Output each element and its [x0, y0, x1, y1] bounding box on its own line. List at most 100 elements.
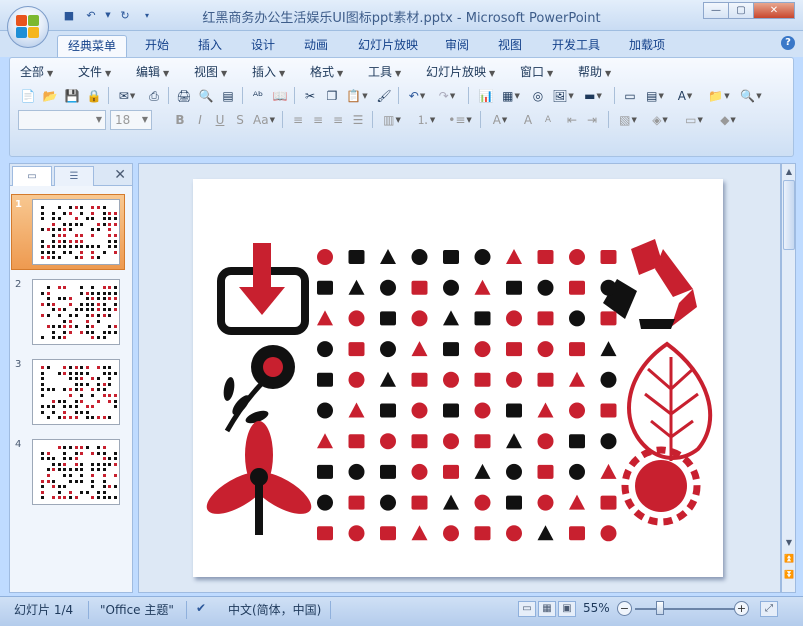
- slide-thumbnail-row[interactable]: 3: [10, 357, 132, 429]
- open-icon[interactable]: 📂: [40, 86, 60, 106]
- slide-thumbnail[interactable]: [32, 439, 120, 505]
- scroll-thumb[interactable]: [783, 180, 795, 250]
- menu-slideshow[interactable]: 幻灯片放映 ▼: [426, 63, 495, 80]
- tab-addins[interactable]: 加载项: [620, 35, 674, 57]
- minimize-button[interactable]: —: [703, 2, 729, 19]
- slide-sorter-icon[interactable]: ▦: [538, 601, 556, 617]
- picture-icon[interactable]: 🖼 ▼: [550, 86, 576, 106]
- maximize-button[interactable]: ▢: [728, 2, 754, 19]
- arrange-icon[interactable]: ▧ ▼: [614, 110, 642, 130]
- slide-thumbnail[interactable]: [32, 199, 120, 265]
- undo-icon[interactable]: ↶ ▼: [404, 86, 430, 106]
- close-icon[interactable]: ✕: [114, 167, 126, 183]
- theme-name[interactable]: "Office 主题": [100, 601, 174, 618]
- menu-help[interactable]: 帮助 ▼: [578, 63, 611, 80]
- close-button[interactable]: ✕: [753, 2, 795, 19]
- language[interactable]: 中文(简体，中国): [228, 601, 321, 618]
- new-icon[interactable]: 📄: [18, 86, 38, 106]
- spelling-icon[interactable]: ᴬᵇ: [248, 86, 268, 106]
- paste-icon[interactable]: 📋 ▼: [344, 86, 370, 106]
- zoom-level[interactable]: 55%: [583, 601, 610, 615]
- outline-tab[interactable]: ☰: [54, 166, 94, 186]
- menu-view[interactable]: 视图 ▼: [194, 63, 227, 80]
- align-right-icon[interactable]: ≡: [328, 110, 348, 130]
- bullets-icon[interactable]: •≡ ▼: [446, 110, 474, 130]
- tab-view[interactable]: 视图: [489, 35, 531, 57]
- font-size-combo[interactable]: 18 ▼: [110, 110, 152, 130]
- print-preview-icon[interactable]: 🔍: [196, 86, 216, 106]
- shape-outline-icon[interactable]: ▭ ▼: [680, 110, 708, 130]
- email-icon[interactable]: ✉ ▼: [114, 86, 140, 106]
- slide-thumbnail-row[interactable]: 1: [10, 194, 132, 270]
- menu-format[interactable]: 格式 ▼: [310, 63, 343, 80]
- menu-window[interactable]: 窗口 ▼: [520, 63, 553, 80]
- slide-thumbnail[interactable]: [32, 279, 120, 345]
- font-name-combo[interactable]: ▼: [18, 110, 106, 130]
- zoom-slider-handle[interactable]: [656, 601, 664, 615]
- grow-font-icon[interactable]: A: [518, 110, 538, 130]
- slide-thumbnail-row[interactable]: 4: [10, 437, 132, 509]
- publish-icon[interactable]: ⎙: [144, 86, 164, 106]
- columns-icon[interactable]: ▥ ▼: [378, 110, 406, 130]
- underline-icon[interactable]: U: [210, 110, 230, 130]
- shape-effects-icon[interactable]: ◆ ▼: [714, 110, 742, 130]
- layout-gallery-icon[interactable]: ▤ ▼: [642, 86, 668, 106]
- shape-fill-icon[interactable]: ◈ ▼: [646, 110, 674, 130]
- strikethrough-icon[interactable]: S: [230, 110, 250, 130]
- find-icon[interactable]: 🔍 ▼: [738, 86, 764, 106]
- textbox-icon[interactable]: A ▼: [672, 86, 698, 106]
- slide-canvas[interactable]: [193, 179, 723, 577]
- tab-slideshow[interactable]: 幻灯片放映: [350, 35, 426, 57]
- slideshow-view-icon[interactable]: ▣: [558, 601, 576, 617]
- format-painter-icon[interactable]: 🖌: [374, 86, 394, 106]
- save-icon[interactable]: 💾: [62, 86, 82, 106]
- tab-design[interactable]: 设计: [242, 35, 284, 57]
- shrink-font-icon[interactable]: A: [538, 110, 558, 130]
- tab-animations[interactable]: 动画: [295, 35, 337, 57]
- copy-icon[interactable]: ❐: [322, 86, 342, 106]
- justify-icon[interactable]: ☰: [348, 110, 368, 130]
- redo-icon[interactable]: ↷ ▼: [434, 86, 460, 106]
- tab-home[interactable]: 开始: [136, 35, 178, 57]
- new-slide-icon[interactable]: ▭: [620, 86, 640, 106]
- office-button[interactable]: [7, 6, 49, 48]
- normal-view-icon[interactable]: ▭: [518, 601, 536, 617]
- bold-icon[interactable]: B: [170, 110, 190, 130]
- change-case-icon[interactable]: Aa ▼: [250, 110, 278, 130]
- folder-icon[interactable]: 📁 ▼: [706, 86, 732, 106]
- align-center-icon[interactable]: ≡: [308, 110, 328, 130]
- menu-file[interactable]: 文件 ▼: [78, 63, 111, 80]
- zoom-in-icon[interactable]: +: [734, 601, 749, 616]
- font-color-icon[interactable]: A ▼: [486, 110, 514, 130]
- chart-icon[interactable]: 📊: [476, 86, 496, 106]
- previous-slide-icon[interactable]: ⏫: [783, 552, 795, 565]
- menu-insert[interactable]: 插入 ▼: [252, 63, 285, 80]
- menu-tools[interactable]: 工具 ▼: [368, 63, 401, 80]
- tab-insert[interactable]: 插入: [189, 35, 231, 57]
- smartart-icon[interactable]: ◎: [528, 86, 548, 106]
- slide-thumbnail-row[interactable]: 2: [10, 277, 132, 349]
- numbering-icon[interactable]: ⒈ ▼: [412, 110, 440, 130]
- layout-icon[interactable]: ▤: [218, 86, 238, 106]
- table-icon[interactable]: ▦ ▼: [498, 86, 524, 106]
- menu-edit[interactable]: 编辑 ▼: [136, 63, 169, 80]
- slides-tab[interactable]: ▭: [12, 166, 52, 186]
- scroll-down-icon[interactable]: ▼: [783, 536, 795, 549]
- slide-thumbnail[interactable]: [32, 359, 120, 425]
- next-slide-icon[interactable]: ⏬: [783, 568, 795, 581]
- tab-classic-menu[interactable]: 经典菜单: [57, 35, 127, 57]
- align-left-icon[interactable]: ≡: [288, 110, 308, 130]
- italic-icon[interactable]: I: [190, 110, 210, 130]
- tab-developer[interactable]: 开发工具: [544, 35, 608, 57]
- zoom-slider[interactable]: [635, 608, 735, 610]
- help-icon[interactable]: ?: [781, 36, 795, 50]
- shape-icon[interactable]: ▬ ▼: [580, 86, 606, 106]
- decrease-indent-icon[interactable]: ⇤: [562, 110, 582, 130]
- menu-all[interactable]: 全部 ▼: [20, 63, 53, 80]
- research-icon[interactable]: 📖: [270, 86, 290, 106]
- vertical-scrollbar[interactable]: ▲ ▼ ⏫ ⏬: [781, 163, 796, 593]
- scroll-up-icon[interactable]: ▲: [783, 165, 795, 178]
- fit-to-window-icon[interactable]: ⤢: [760, 601, 778, 617]
- tab-review[interactable]: 审阅: [436, 35, 478, 57]
- permission-icon[interactable]: 🔒: [84, 86, 104, 106]
